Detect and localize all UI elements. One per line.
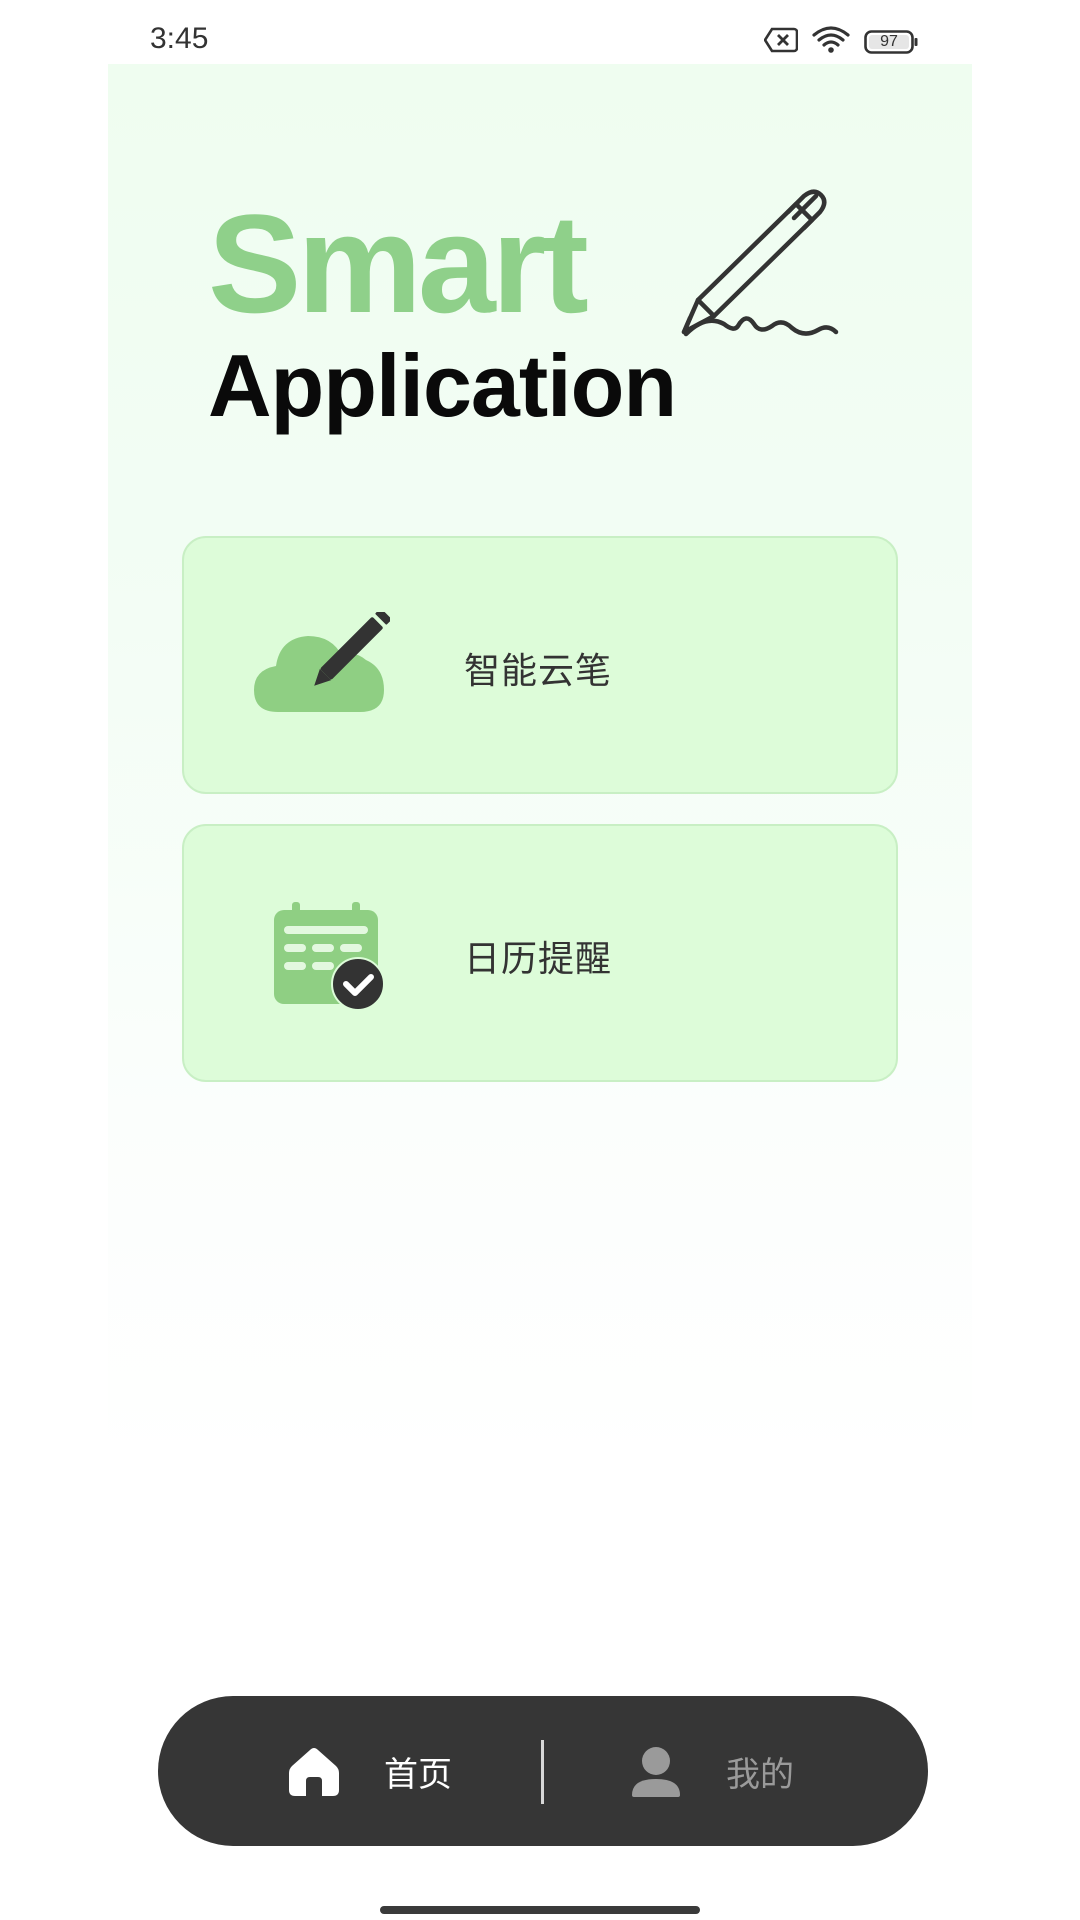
app-screen: 3:45 97 Smart Application 智能云笔 日历提醒 首页 我… bbox=[0, 0, 1080, 1920]
nav-label-home: 首页 bbox=[384, 1754, 452, 1795]
battery-level: 97 bbox=[880, 33, 898, 50]
user-icon bbox=[630, 1745, 682, 1797]
home-icon bbox=[288, 1745, 340, 1797]
main-content: Smart Application 智能云笔 日历提醒 bbox=[108, 64, 972, 1464]
battery-icon: 97 bbox=[864, 30, 918, 54]
app-title-smart: Smart bbox=[208, 185, 589, 342]
calendar-check-icon bbox=[250, 900, 390, 1011]
status-icons: 97 bbox=[763, 26, 918, 58]
cloud-pen-label: 智能云笔 bbox=[464, 651, 613, 692]
app-title-application: Application bbox=[208, 336, 677, 435]
nav-divider bbox=[541, 1740, 544, 1804]
nav-item-home[interactable]: 首页 bbox=[288, 1696, 452, 1846]
bottom-nav: 首页 我的 bbox=[158, 1696, 928, 1846]
sim-off-icon bbox=[763, 27, 799, 57]
home-indicator[interactable] bbox=[380, 1906, 700, 1914]
pen-signature-icon bbox=[676, 182, 846, 352]
cloud-pen-card[interactable]: 智能云笔 bbox=[182, 536, 898, 794]
status-bar: 3:45 97 bbox=[0, 0, 1080, 64]
status-time: 3:45 bbox=[150, 22, 209, 55]
cloud-pen-icon bbox=[250, 608, 392, 722]
calendar-reminder-label: 日历提醒 bbox=[464, 939, 613, 980]
nav-item-mine[interactable]: 我的 bbox=[630, 1696, 794, 1846]
nav-label-mine: 我的 bbox=[726, 1754, 794, 1795]
calendar-reminder-card[interactable]: 日历提醒 bbox=[182, 824, 898, 1082]
wifi-icon bbox=[812, 26, 850, 58]
